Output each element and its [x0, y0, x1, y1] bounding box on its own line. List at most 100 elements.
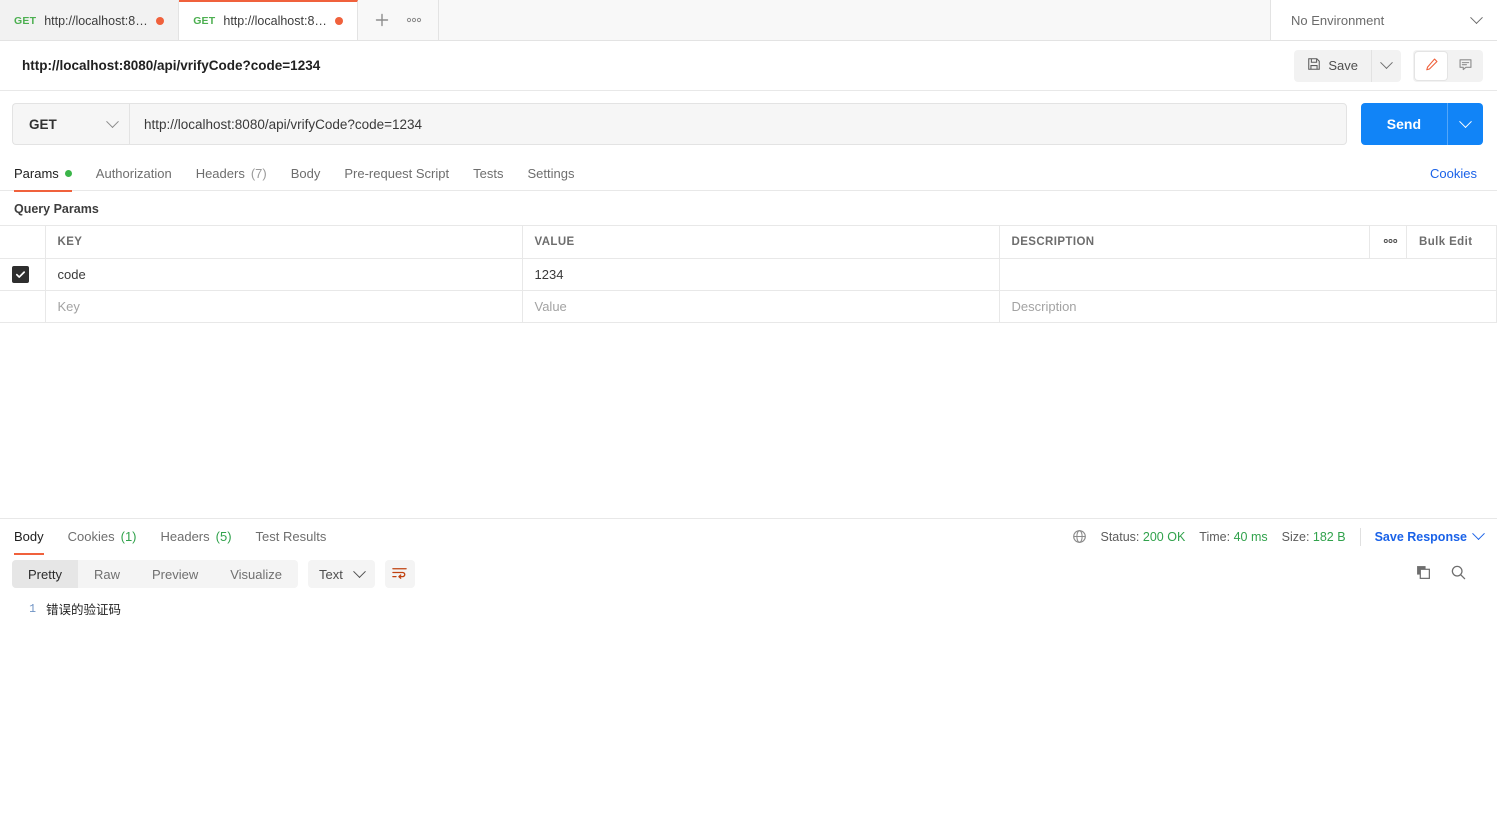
search-icon[interactable] — [1450, 564, 1467, 584]
send-button[interactable]: Send — [1360, 103, 1447, 145]
time-label: Time: — [1199, 529, 1231, 544]
param-description-input-empty[interactable]: Description — [999, 290, 1497, 323]
save-response-button[interactable]: Save Response — [1374, 527, 1485, 544]
tab-pre-request-script[interactable]: Pre-request Script — [332, 157, 461, 191]
save-options-button[interactable] — [1371, 49, 1401, 82]
page-title: http://localhost:8080/api/vrifyCode?code… — [22, 58, 321, 73]
unsaved-dot-icon — [335, 17, 344, 25]
request-tab-2[interactable]: GET http://localhost:80... — [179, 0, 359, 40]
param-enabled-checkbox[interactable] — [12, 266, 29, 283]
save-response-label: Save Response — [1374, 529, 1467, 544]
response-tab-headers-label: Headers — [160, 529, 210, 544]
http-method-select[interactable]: GET — [12, 103, 129, 145]
status-label: Status: — [1100, 529, 1140, 544]
view-mode-pretty[interactable]: Pretty — [12, 560, 78, 588]
bulk-edit-button[interactable]: Bulk Edit — [1406, 225, 1497, 259]
copy-icon[interactable] — [1415, 564, 1432, 584]
response-format-value: Text — [319, 566, 343, 582]
new-tab-button[interactable] — [368, 6, 396, 34]
tab-options-icon[interactable] — [400, 6, 428, 34]
comment-icon — [1458, 57, 1473, 75]
response-tab-body[interactable]: Body — [14, 520, 56, 555]
tab-title: http://localhost:80... — [44, 14, 149, 28]
tab-tests[interactable]: Tests — [461, 157, 515, 191]
tab-bar-actions — [358, 0, 440, 40]
response-format-select[interactable]: Text — [308, 560, 375, 588]
unsaved-dot-icon — [156, 17, 165, 25]
response-tab-cookies-label: Cookies — [67, 529, 115, 544]
line-number: 1 — [29, 603, 36, 616]
params-options-icon[interactable] — [1369, 225, 1407, 259]
tab-authorization-label: Authorization — [95, 166, 172, 181]
cookies-link[interactable]: Cookies — [1430, 166, 1483, 181]
status-badge: Status: 200 OK — [1101, 530, 1186, 544]
response-body-view[interactable]: 1 错误的验证码 — [0, 596, 1497, 821]
tab-headers-label: Headers — [195, 166, 245, 181]
param-description-input[interactable] — [999, 258, 1497, 291]
url-input-value: http://localhost:8080/api/vrifyCode?code… — [144, 116, 423, 132]
view-mode-visualize[interactable]: Visualize — [214, 560, 298, 588]
tab-headers[interactable]: Headers (7) — [184, 157, 279, 191]
comments-button[interactable] — [1449, 52, 1481, 80]
globe-icon — [1072, 529, 1087, 544]
tab-title: http://localhost:80... — [223, 14, 328, 28]
response-pane: Body Cookies (1) Headers (5) Test Result… — [0, 518, 1497, 821]
chevron-down-icon — [1459, 114, 1472, 128]
params-active-dot-icon — [64, 170, 72, 177]
meta-divider — [1359, 527, 1361, 546]
response-tab-cookies[interactable]: Cookies (1) — [56, 520, 149, 554]
request-section-tabs: Params Authorization Headers (7) Body Pr… — [0, 157, 1497, 192]
postman-window: GET http://localhost:80... GET http://lo… — [0, 0, 1497, 821]
url-input[interactable]: http://localhost:8080/api/vrifyCode?code… — [129, 103, 1347, 145]
query-params-table: KEY VALUE DESCRIPTION Bulk Edit code 123… — [0, 225, 1497, 323]
query-params-title: Query Params — [14, 202, 99, 216]
request-tab-1[interactable]: GET http://localhost:80... — [0, 0, 180, 40]
environment-label: No Environment — [1291, 12, 1385, 28]
row-checkbox-cell[interactable] — [0, 290, 46, 323]
view-mode-raw[interactable]: Raw — [78, 560, 136, 588]
response-view-mode-group: Pretty Raw Preview Visualize — [12, 560, 299, 588]
wrap-lines-button[interactable] — [384, 560, 415, 588]
chevron-down-icon — [1380, 56, 1393, 70]
response-tab-test-results-label: Test Results — [255, 529, 327, 544]
tab-params[interactable]: Params — [14, 157, 84, 192]
response-tab-headers[interactable]: Headers (5) — [149, 520, 244, 554]
name-bar-actions: Save — [1294, 49, 1483, 82]
size-label: Size: — [1281, 529, 1310, 544]
table-row: Key Value Description — [0, 290, 1497, 323]
response-body-text: 错误的验证码 — [46, 604, 122, 618]
tab-settings[interactable]: Settings — [515, 157, 586, 191]
tab-headers-count: (7) — [250, 166, 267, 181]
send-button-group: Send — [1360, 103, 1483, 145]
response-meta: Status: 200 OK Time: 40 ms Size: 182 B S… — [1072, 527, 1485, 546]
environment-selector[interactable]: No Environment — [1270, 0, 1497, 40]
wrap-text-icon — [391, 565, 408, 583]
response-tab-cookies-count: (1) — [120, 529, 137, 544]
send-options-button[interactable] — [1447, 103, 1483, 145]
response-tab-headers-count: (5) — [215, 529, 232, 544]
param-key-input-empty[interactable]: Key — [45, 290, 523, 323]
tab-authorization[interactable]: Authorization — [84, 157, 184, 191]
size-value: 182 B — [1312, 529, 1346, 544]
http-method-value: GET — [29, 116, 57, 132]
column-header-value: VALUE — [522, 225, 1000, 259]
save-button-label: Save — [1328, 58, 1358, 73]
tab-method-label: GET — [14, 15, 37, 27]
view-mode-preview[interactable]: Preview — [136, 560, 214, 588]
request-tab-bar: GET http://localhost:80... GET http://lo… — [0, 0, 1497, 41]
tab-method-label: GET — [193, 15, 216, 27]
param-value-input[interactable]: 1234 — [522, 258, 1000, 291]
table-row: code 1234 — [0, 258, 1497, 291]
response-tab-test-results[interactable]: Test Results — [244, 520, 339, 554]
tab-pre-request-script-label: Pre-request Script — [344, 166, 450, 181]
response-view-actions — [1415, 564, 1483, 584]
tab-params-label: Params — [14, 166, 59, 181]
tab-body[interactable]: Body — [279, 157, 333, 191]
param-value-input-empty[interactable]: Value — [522, 290, 1000, 323]
time-badge: Time: 40 ms — [1199, 530, 1267, 544]
column-header-checkbox — [0, 225, 46, 259]
save-button[interactable]: Save — [1294, 50, 1371, 82]
edit-request-button[interactable] — [1415, 51, 1447, 80]
param-key-input[interactable]: code — [45, 258, 523, 291]
chevron-down-icon — [1472, 527, 1485, 541]
